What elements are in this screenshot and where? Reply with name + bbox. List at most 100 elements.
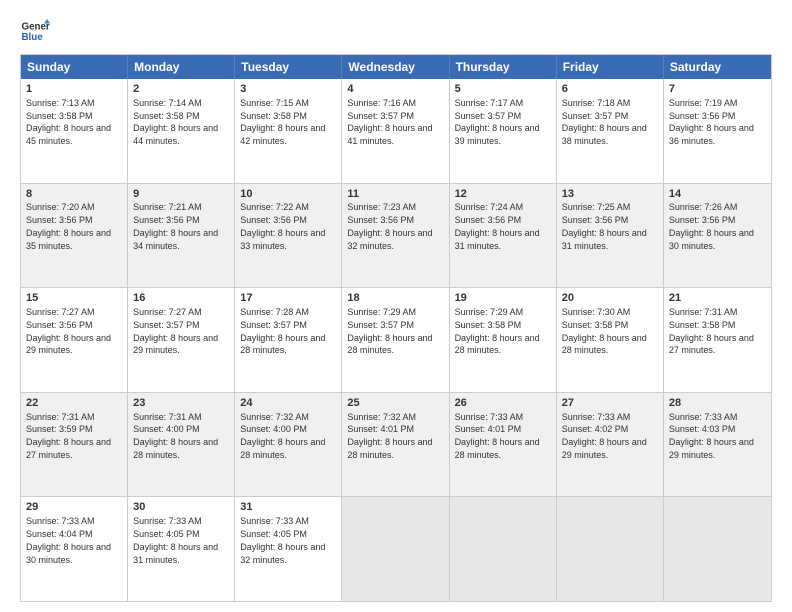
calendar-cell: 24 Sunrise: 7:32 AMSunset: 4:00 PMDaylig… <box>235 393 342 497</box>
calendar-cell: 11 Sunrise: 7:23 AMSunset: 3:56 PMDaylig… <box>342 184 449 288</box>
day-number: 12 <box>455 187 551 202</box>
cell-info: Sunrise: 7:31 AMSunset: 3:59 PMDaylight:… <box>26 412 111 460</box>
day-number: 18 <box>347 291 443 306</box>
calendar-cell: 30 Sunrise: 7:33 AMSunset: 4:05 PMDaylig… <box>128 497 235 601</box>
header-cell-thursday: Thursday <box>450 55 557 79</box>
calendar-body: 1 Sunrise: 7:13 AMSunset: 3:58 PMDayligh… <box>21 79 771 601</box>
cell-info: Sunrise: 7:24 AMSunset: 3:56 PMDaylight:… <box>455 202 540 250</box>
cell-info: Sunrise: 7:14 AMSunset: 3:58 PMDaylight:… <box>133 98 218 146</box>
logo-icon: General Blue <box>20 16 50 46</box>
cell-info: Sunrise: 7:21 AMSunset: 3:56 PMDaylight:… <box>133 202 218 250</box>
day-number: 26 <box>455 396 551 411</box>
calendar-cell: 26 Sunrise: 7:33 AMSunset: 4:01 PMDaylig… <box>450 393 557 497</box>
cell-info: Sunrise: 7:16 AMSunset: 3:57 PMDaylight:… <box>347 98 432 146</box>
calendar-cell: 6 Sunrise: 7:18 AMSunset: 3:57 PMDayligh… <box>557 79 664 183</box>
week-row-3: 15 Sunrise: 7:27 AMSunset: 3:56 PMDaylig… <box>21 288 771 393</box>
day-number: 22 <box>26 396 122 411</box>
day-number: 29 <box>26 500 122 515</box>
week-row-2: 8 Sunrise: 7:20 AMSunset: 3:56 PMDayligh… <box>21 184 771 289</box>
day-number: 11 <box>347 187 443 202</box>
cell-info: Sunrise: 7:17 AMSunset: 3:57 PMDaylight:… <box>455 98 540 146</box>
cell-info: Sunrise: 7:15 AMSunset: 3:58 PMDaylight:… <box>240 98 325 146</box>
day-number: 9 <box>133 187 229 202</box>
day-number: 4 <box>347 82 443 97</box>
cell-info: Sunrise: 7:32 AMSunset: 4:00 PMDaylight:… <box>240 412 325 460</box>
calendar: SundayMondayTuesdayWednesdayThursdayFrid… <box>20 54 772 602</box>
calendar-cell: 19 Sunrise: 7:29 AMSunset: 3:58 PMDaylig… <box>450 288 557 392</box>
calendar-cell: 28 Sunrise: 7:33 AMSunset: 4:03 PMDaylig… <box>664 393 771 497</box>
day-number: 14 <box>669 187 766 202</box>
day-number: 19 <box>455 291 551 306</box>
calendar-cell: 14 Sunrise: 7:26 AMSunset: 3:56 PMDaylig… <box>664 184 771 288</box>
calendar-header: SundayMondayTuesdayWednesdayThursdayFrid… <box>21 55 771 79</box>
cell-info: Sunrise: 7:33 AMSunset: 4:05 PMDaylight:… <box>133 516 218 564</box>
day-number: 23 <box>133 396 229 411</box>
day-number: 20 <box>562 291 658 306</box>
day-number: 2 <box>133 82 229 97</box>
logo: General Blue <box>20 16 50 46</box>
cell-info: Sunrise: 7:30 AMSunset: 3:58 PMDaylight:… <box>562 307 647 355</box>
day-number: 31 <box>240 500 336 515</box>
day-number: 25 <box>347 396 443 411</box>
day-number: 17 <box>240 291 336 306</box>
week-row-1: 1 Sunrise: 7:13 AMSunset: 3:58 PMDayligh… <box>21 79 771 184</box>
calendar-cell: 16 Sunrise: 7:27 AMSunset: 3:57 PMDaylig… <box>128 288 235 392</box>
calendar-cell: 7 Sunrise: 7:19 AMSunset: 3:56 PMDayligh… <box>664 79 771 183</box>
calendar-cell: 23 Sunrise: 7:31 AMSunset: 4:00 PMDaylig… <box>128 393 235 497</box>
cell-info: Sunrise: 7:27 AMSunset: 3:56 PMDaylight:… <box>26 307 111 355</box>
cell-info: Sunrise: 7:20 AMSunset: 3:56 PMDaylight:… <box>26 202 111 250</box>
cell-info: Sunrise: 7:25 AMSunset: 3:56 PMDaylight:… <box>562 202 647 250</box>
calendar-cell: 21 Sunrise: 7:31 AMSunset: 3:58 PMDaylig… <box>664 288 771 392</box>
week-row-4: 22 Sunrise: 7:31 AMSunset: 3:59 PMDaylig… <box>21 393 771 498</box>
cell-info: Sunrise: 7:33 AMSunset: 4:01 PMDaylight:… <box>455 412 540 460</box>
svg-text:Blue: Blue <box>22 32 44 43</box>
calendar-cell: 22 Sunrise: 7:31 AMSunset: 3:59 PMDaylig… <box>21 393 128 497</box>
calendar-cell: 4 Sunrise: 7:16 AMSunset: 3:57 PMDayligh… <box>342 79 449 183</box>
cell-info: Sunrise: 7:33 AMSunset: 4:05 PMDaylight:… <box>240 516 325 564</box>
cell-info: Sunrise: 7:29 AMSunset: 3:57 PMDaylight:… <box>347 307 432 355</box>
calendar-cell: 10 Sunrise: 7:22 AMSunset: 3:56 PMDaylig… <box>235 184 342 288</box>
day-number: 1 <box>26 82 122 97</box>
calendar-cell: 2 Sunrise: 7:14 AMSunset: 3:58 PMDayligh… <box>128 79 235 183</box>
cell-info: Sunrise: 7:22 AMSunset: 3:56 PMDaylight:… <box>240 202 325 250</box>
calendar-cell: 9 Sunrise: 7:21 AMSunset: 3:56 PMDayligh… <box>128 184 235 288</box>
calendar-cell: 12 Sunrise: 7:24 AMSunset: 3:56 PMDaylig… <box>450 184 557 288</box>
header-cell-wednesday: Wednesday <box>342 55 449 79</box>
day-number: 5 <box>455 82 551 97</box>
day-number: 8 <box>26 187 122 202</box>
calendar-cell: 8 Sunrise: 7:20 AMSunset: 3:56 PMDayligh… <box>21 184 128 288</box>
cell-info: Sunrise: 7:31 AMSunset: 4:00 PMDaylight:… <box>133 412 218 460</box>
day-number: 24 <box>240 396 336 411</box>
page: General Blue SundayMondayTuesdayWednesda… <box>0 0 792 612</box>
calendar-cell: 29 Sunrise: 7:33 AMSunset: 4:04 PMDaylig… <box>21 497 128 601</box>
calendar-cell: 27 Sunrise: 7:33 AMSunset: 4:02 PMDaylig… <box>557 393 664 497</box>
header-cell-monday: Monday <box>128 55 235 79</box>
calendar-cell: 18 Sunrise: 7:29 AMSunset: 3:57 PMDaylig… <box>342 288 449 392</box>
cell-info: Sunrise: 7:19 AMSunset: 3:56 PMDaylight:… <box>669 98 754 146</box>
header-cell-saturday: Saturday <box>664 55 771 79</box>
header: General Blue <box>20 16 772 46</box>
header-cell-friday: Friday <box>557 55 664 79</box>
calendar-cell: 17 Sunrise: 7:28 AMSunset: 3:57 PMDaylig… <box>235 288 342 392</box>
cell-info: Sunrise: 7:26 AMSunset: 3:56 PMDaylight:… <box>669 202 754 250</box>
calendar-cell: 3 Sunrise: 7:15 AMSunset: 3:58 PMDayligh… <box>235 79 342 183</box>
calendar-cell: 20 Sunrise: 7:30 AMSunset: 3:58 PMDaylig… <box>557 288 664 392</box>
calendar-cell <box>664 497 771 601</box>
cell-info: Sunrise: 7:32 AMSunset: 4:01 PMDaylight:… <box>347 412 432 460</box>
calendar-cell: 1 Sunrise: 7:13 AMSunset: 3:58 PMDayligh… <box>21 79 128 183</box>
cell-info: Sunrise: 7:13 AMSunset: 3:58 PMDaylight:… <box>26 98 111 146</box>
day-number: 30 <box>133 500 229 515</box>
header-cell-sunday: Sunday <box>21 55 128 79</box>
cell-info: Sunrise: 7:18 AMSunset: 3:57 PMDaylight:… <box>562 98 647 146</box>
day-number: 28 <box>669 396 766 411</box>
cell-info: Sunrise: 7:31 AMSunset: 3:58 PMDaylight:… <box>669 307 754 355</box>
calendar-cell <box>342 497 449 601</box>
day-number: 15 <box>26 291 122 306</box>
day-number: 13 <box>562 187 658 202</box>
day-number: 7 <box>669 82 766 97</box>
cell-info: Sunrise: 7:23 AMSunset: 3:56 PMDaylight:… <box>347 202 432 250</box>
day-number: 10 <box>240 187 336 202</box>
day-number: 21 <box>669 291 766 306</box>
day-number: 27 <box>562 396 658 411</box>
day-number: 6 <box>562 82 658 97</box>
